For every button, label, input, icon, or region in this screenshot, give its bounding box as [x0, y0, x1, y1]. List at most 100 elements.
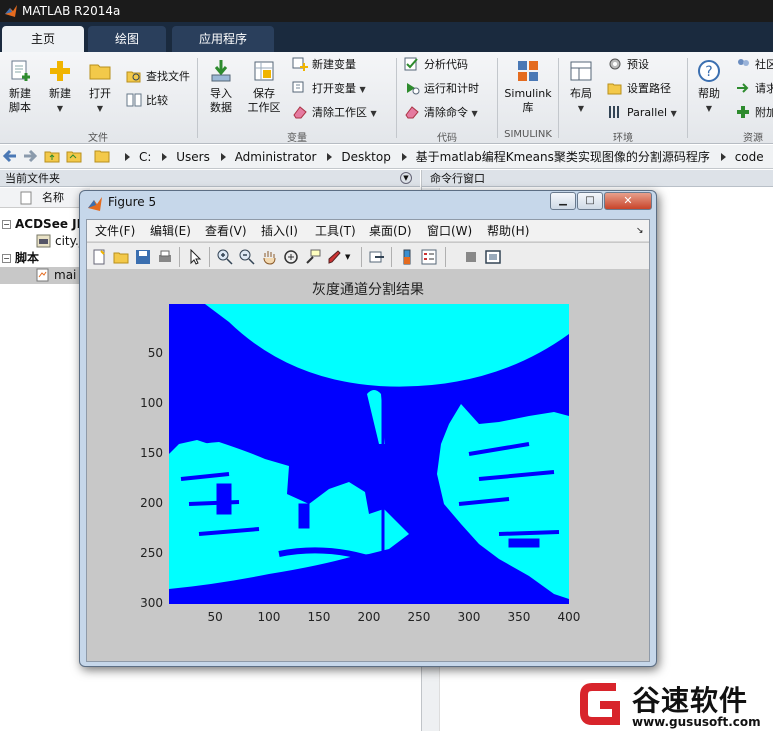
- collapse-icon[interactable]: −: [2, 220, 11, 229]
- svg-text:?: ?: [705, 64, 712, 80]
- link-plot-icon[interactable]: [369, 249, 385, 265]
- brush-icon[interactable]: [327, 249, 343, 265]
- dock-arrow-icon[interactable]: ↘: [636, 224, 644, 238]
- maximize-button[interactable]: □: [577, 192, 603, 210]
- clear-commands-button[interactable]: 清除命令 ▼: [404, 104, 478, 122]
- list-item-selected[interactable]: mai: [0, 267, 90, 284]
- breadcrumb-item[interactable]: Administrator: [235, 150, 317, 164]
- request-support-button[interactable]: 请求: [735, 80, 773, 98]
- layout-button[interactable]: 布局 ▼: [564, 58, 598, 116]
- file-group-label: 文件: [88, 133, 108, 144]
- set-path-button[interactable]: 设置路径: [607, 80, 671, 98]
- environment-group-label: 环境: [613, 133, 633, 144]
- run-and-time-button[interactable]: 运行和计时: [404, 80, 479, 98]
- brush-dropdown-icon[interactable]: ▼: [345, 253, 361, 269]
- minimize-button[interactable]: ▁: [550, 192, 576, 210]
- pan-hand-icon[interactable]: [261, 249, 277, 265]
- breadcrumb-item[interactable]: code: [735, 150, 764, 164]
- new-script-button[interactable]: 新建 脚本: [4, 58, 36, 115]
- matlab-logo-icon: [5, 5, 17, 17]
- open-variable-button[interactable]: 打开变量 ▼: [292, 80, 366, 98]
- tab-plots[interactable]: 绘图: [88, 26, 166, 52]
- colorbar-icon[interactable]: [399, 249, 415, 265]
- community-button[interactable]: 社区: [735, 56, 773, 74]
- menu-help[interactable]: 帮助(H): [487, 224, 529, 238]
- parallel-button[interactable]: Parallel ▼: [607, 104, 677, 122]
- zoom-out-icon[interactable]: [239, 249, 255, 265]
- run-and-time-label: 运行和计时: [424, 82, 479, 95]
- clear-workspace-button[interactable]: 清除工作区 ▼: [292, 104, 377, 122]
- breadcrumb-item[interactable]: C:: [139, 150, 151, 164]
- x-tick-label: 300: [457, 610, 481, 624]
- close-button[interactable]: ✕: [604, 192, 652, 210]
- open-button[interactable]: 打开 ▼: [82, 58, 118, 116]
- browse-folder-icon[interactable]: [66, 149, 82, 163]
- folder-group-label: 脚本: [15, 251, 40, 265]
- tab-apps[interactable]: 应用程序: [172, 26, 274, 52]
- forward-arrow-icon[interactable]: [22, 149, 38, 163]
- toolbar-divider: [209, 247, 210, 267]
- save-workspace-button[interactable]: 保存 工作区: [244, 58, 284, 115]
- menu-insert[interactable]: 插入(I): [261, 224, 298, 238]
- rotate-3d-icon[interactable]: [283, 249, 299, 265]
- analyze-icon: [404, 57, 418, 71]
- print-icon[interactable]: [157, 249, 173, 265]
- preferences-label: 预设: [627, 58, 649, 71]
- show-plot-tools-icon[interactable]: [485, 249, 501, 265]
- addons-button[interactable]: 附加: [735, 104, 773, 122]
- open-caret-icon: ▼: [96, 104, 104, 113]
- breadcrumb-item[interactable]: 基于matlab编程Kmeans聚类实现图像的分割源码程序: [416, 150, 710, 164]
- new-figure-icon[interactable]: [91, 249, 107, 265]
- compare-button[interactable]: 比较: [126, 92, 168, 110]
- preferences-button[interactable]: 预设: [607, 56, 649, 74]
- find-files-button[interactable]: 查找文件: [126, 68, 190, 86]
- x-tick-label: 150: [307, 610, 331, 624]
- up-folder-icon[interactable]: [44, 149, 60, 163]
- legend-icon[interactable]: [421, 249, 437, 265]
- parallel-icon: [609, 106, 619, 118]
- menu-file[interactable]: 文件(F): [95, 224, 135, 238]
- simulink-icon: [518, 61, 538, 81]
- set-path-label: 设置路径: [627, 82, 671, 95]
- list-item[interactable]: − ACDSee JI: [2, 216, 81, 232]
- breadcrumb-separator-icon: [125, 153, 130, 161]
- breadcrumb-item[interactable]: Desktop: [341, 150, 391, 164]
- open-label: 打开: [89, 87, 111, 100]
- save-icon[interactable]: [135, 249, 151, 265]
- resources-group-label: 资源: [743, 133, 763, 144]
- layout-icon: [570, 61, 592, 81]
- segmentation-image[interactable]: [169, 304, 569, 604]
- menu-edit[interactable]: 编辑(E): [150, 224, 191, 238]
- hide-plot-tools-icon[interactable]: [463, 249, 479, 265]
- new-variable-button[interactable]: 新建变量: [292, 56, 356, 74]
- panel-actions-icon[interactable]: ▼: [400, 172, 412, 184]
- menu-desktop[interactable]: 桌面(D): [369, 224, 412, 238]
- figure-window[interactable]: Figure 5 ▁ □ ✕ 文件(F) 编辑(E) 查看(V) 插入(I) 工…: [79, 190, 657, 667]
- list-item[interactable]: − 脚本: [2, 250, 39, 266]
- analyze-code-button[interactable]: 分析代码: [404, 56, 468, 74]
- toolbar-divider: [391, 247, 392, 267]
- pointer-icon[interactable]: [187, 249, 203, 265]
- y-tick-label: 150: [140, 445, 163, 460]
- tab-home[interactable]: 主页: [2, 26, 84, 52]
- back-arrow-icon[interactable]: [2, 149, 18, 163]
- save-label-2: 工作区: [247, 101, 281, 114]
- open-file-icon[interactable]: [113, 249, 129, 265]
- menu-view[interactable]: 查看(V): [205, 224, 247, 238]
- breadcrumb-item[interactable]: Users: [176, 150, 210, 164]
- menu-window[interactable]: 窗口(W): [427, 224, 472, 238]
- list-item[interactable]: city.j: [36, 233, 82, 249]
- zoom-in-icon[interactable]: [217, 249, 233, 265]
- simulink-library-button[interactable]: Simulink 库: [502, 58, 554, 115]
- set-path-icon: [607, 83, 622, 95]
- collapse-icon[interactable]: −: [2, 254, 11, 263]
- jpeg-file-icon: [36, 234, 51, 248]
- new-button[interactable]: 新建 ▼: [42, 58, 78, 116]
- analyze-code-label: 分析代码: [424, 58, 468, 71]
- simulink-label-1: Simulink: [504, 87, 552, 100]
- data-cursor-icon[interactable]: [305, 249, 321, 265]
- import-data-button[interactable]: 导入 数据: [204, 58, 238, 115]
- column-header[interactable]: 名称: [0, 188, 90, 208]
- menu-tools[interactable]: 工具(T): [315, 224, 356, 238]
- help-button[interactable]: ? 帮助 ▼: [692, 58, 726, 116]
